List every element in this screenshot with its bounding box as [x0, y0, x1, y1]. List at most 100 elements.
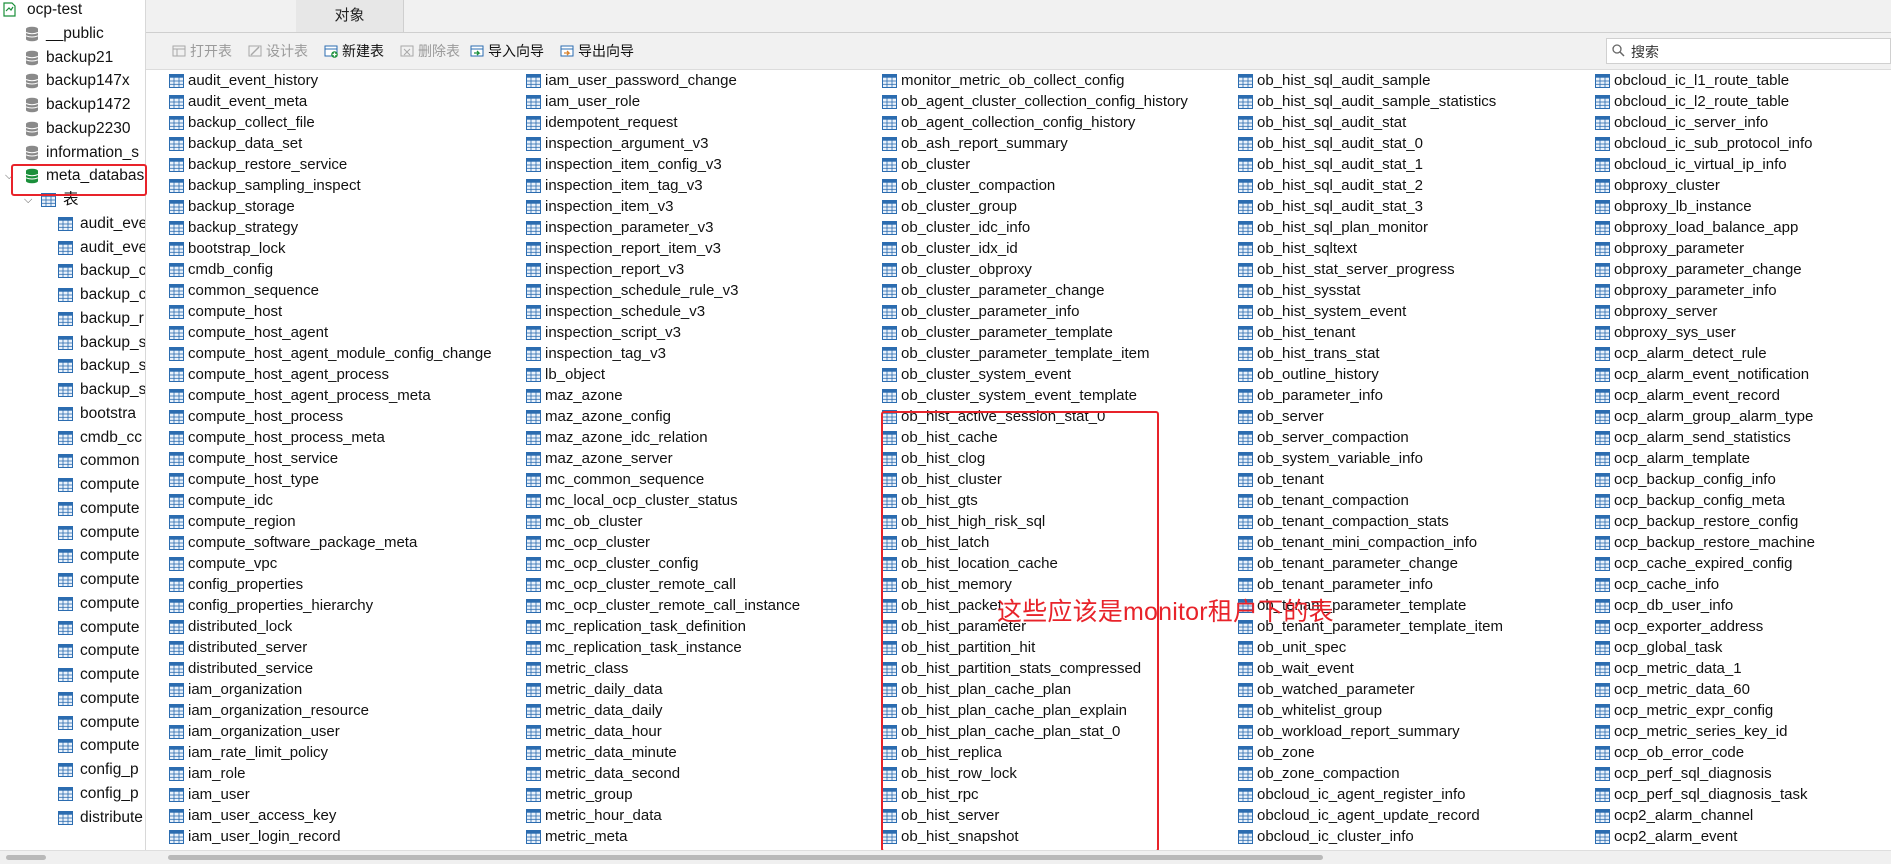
table-item[interactable]: obproxy_parameter_change [1594, 259, 1815, 280]
import-wizard-button[interactable]: 导入向导 [470, 41, 544, 61]
table-item[interactable]: mc_ocp_cluster_remote_call [525, 574, 800, 595]
table-item[interactable]: ocp_alarm_send_statistics [1594, 427, 1815, 448]
table-item[interactable]: inspection_parameter_v3 [525, 217, 800, 238]
table-item[interactable]: ob_cluster_compaction [881, 175, 1188, 196]
design-table-button[interactable]: 设计表 [248, 41, 308, 61]
tree-table-item[interactable]: compute [0, 663, 145, 687]
new-table-button[interactable]: 新建表 [324, 41, 384, 61]
tree-table-item[interactable]: backup_s [0, 378, 145, 402]
table-item[interactable]: ob_hist_sql_audit_stat_2 [1237, 175, 1503, 196]
table-item[interactable]: iam_user_password_change [525, 70, 800, 91]
table-item[interactable]: obproxy_parameter_info [1594, 280, 1815, 301]
tree-table-item[interactable]: backup_c [0, 259, 145, 283]
table-item[interactable]: ob_hist_sql_plan_monitor [1237, 217, 1503, 238]
table-item[interactable]: bootstrap_lock [168, 238, 492, 259]
table-item[interactable]: inspection_report_v3 [525, 259, 800, 280]
table-item[interactable]: ob_zone [1237, 742, 1503, 763]
table-item[interactable]: metric_data_daily [525, 700, 800, 721]
table-item[interactable]: ob_parameter_info [1237, 385, 1503, 406]
table-item[interactable]: iam_user_login_record [168, 826, 492, 846]
table-item[interactable]: compute_host [168, 301, 492, 322]
table-item[interactable]: obcloud_ic_sub_protocol_info [1594, 133, 1815, 154]
tree-table-item[interactable]: compute [0, 497, 145, 521]
table-item[interactable]: ob_hist_sqltext [1237, 238, 1503, 259]
table-item[interactable]: ocp_alarm_template [1594, 448, 1815, 469]
table-item[interactable]: backup_strategy [168, 217, 492, 238]
table-item[interactable]: obcloud_ic_cluster_info [1237, 826, 1503, 846]
tree-database[interactable]: __public [0, 22, 145, 46]
tree-table-item[interactable]: audit_eve [0, 236, 145, 260]
table-item[interactable]: backup_restore_service [168, 154, 492, 175]
table-item[interactable]: obcloud_ic_server_info [1594, 112, 1815, 133]
table-item[interactable]: ob_cluster_group [881, 196, 1188, 217]
table-item[interactable]: compute_host_process_meta [168, 427, 492, 448]
table-item[interactable]: ob_cluster_parameter_template_item [881, 343, 1188, 364]
table-item[interactable]: ocp_alarm_detect_rule [1594, 343, 1815, 364]
table-item[interactable]: lb_object [525, 364, 800, 385]
table-item[interactable]: compute_host_agent_process_meta [168, 385, 492, 406]
tree-table-item[interactable]: backup_r [0, 307, 145, 331]
tree-table-item[interactable]: backup_c [0, 283, 145, 307]
table-item[interactable]: ocp_perf_sql_diagnosis [1594, 763, 1815, 784]
table-item[interactable]: iam_role [168, 763, 492, 784]
table-item[interactable]: ocp_global_task [1594, 637, 1815, 658]
tree-table-item[interactable]: common [0, 449, 145, 473]
table-item[interactable]: metric_data_minute [525, 742, 800, 763]
table-item[interactable]: inspection_item_v3 [525, 196, 800, 217]
table-item[interactable]: metric_meta [525, 826, 800, 846]
table-item[interactable]: idempotent_request [525, 112, 800, 133]
table-item[interactable]: iam_user_access_key [168, 805, 492, 826]
table-item[interactable]: obproxy_lb_instance [1594, 196, 1815, 217]
table-item[interactable]: mc_common_sequence [525, 469, 800, 490]
table-item[interactable]: ocp2_alarm_channel [1594, 805, 1815, 826]
tree-table-item[interactable]: bootstra [0, 402, 145, 426]
tree-scroll-thumb[interactable] [6, 855, 46, 860]
table-item[interactable]: ob_server [1237, 406, 1503, 427]
tree-table-item[interactable]: distribute [0, 806, 145, 830]
table-item[interactable]: ob_cluster_parameter_change [881, 280, 1188, 301]
tree-table-item[interactable]: compute [0, 734, 145, 758]
table-item[interactable]: inspection_item_config_v3 [525, 154, 800, 175]
table-item[interactable]: obcloud_ic_agent_register_info [1237, 784, 1503, 805]
tree-table-item[interactable]: compute [0, 687, 145, 711]
table-item[interactable]: ob_hist_sql_audit_sample_statistics [1237, 91, 1503, 112]
table-item[interactable]: inspection_report_item_v3 [525, 238, 800, 259]
tree-table-item[interactable]: compute [0, 592, 145, 616]
table-item[interactable]: distributed_service [168, 658, 492, 679]
table-item[interactable]: mc_ocp_cluster_remote_call_instance [525, 595, 800, 616]
open-table-button[interactable]: 打开表 [172, 41, 232, 61]
tree-database[interactable]: backup1472 [0, 93, 145, 117]
table-item[interactable]: config_properties [168, 574, 492, 595]
table-item[interactable]: ocp_exporter_address [1594, 616, 1815, 637]
table-item[interactable]: ob_workload_report_summary [1237, 721, 1503, 742]
table-item[interactable]: metric_class [525, 658, 800, 679]
table-item[interactable]: ob_cluster_idx_id [881, 238, 1188, 259]
tree-table-item[interactable]: audit_eve [0, 212, 145, 236]
table-item[interactable]: config_properties_hierarchy [168, 595, 492, 616]
table-item[interactable]: compute_vpc [168, 553, 492, 574]
tree-table-item[interactable]: compute [0, 639, 145, 663]
tree-connection[interactable]: ocp-test [0, 0, 145, 22]
table-item[interactable]: maz_azone_config [525, 406, 800, 427]
table-item[interactable]: ob_zone_compaction [1237, 763, 1503, 784]
table-item[interactable]: obcloud_ic_agent_update_record [1237, 805, 1503, 826]
tree-table-item[interactable]: backup_s [0, 331, 145, 355]
table-item[interactable]: ob_hist_stat_server_progress [1237, 259, 1503, 280]
table-item[interactable]: ocp_alarm_group_alarm_type [1594, 406, 1815, 427]
table-item[interactable]: ocp_backup_config_info [1594, 469, 1815, 490]
table-item[interactable]: monitor_metric_ob_collect_config [881, 70, 1188, 91]
table-item[interactable]: obcloud_ic_virtual_ip_info [1594, 154, 1815, 175]
table-item[interactable]: iam_organization [168, 679, 492, 700]
table-item[interactable]: ob_hist_sql_audit_sample [1237, 70, 1503, 91]
table-item[interactable]: ob_agent_collection_config_history [881, 112, 1188, 133]
table-item[interactable]: ob_wait_event [1237, 658, 1503, 679]
tree-table-item[interactable]: compute [0, 711, 145, 735]
table-item[interactable]: ob_tenant_parameter_change [1237, 553, 1503, 574]
table-item[interactable]: ob_tenant_compaction_stats [1237, 511, 1503, 532]
table-item[interactable]: ob_hist_sql_audit_stat_1 [1237, 154, 1503, 175]
table-item[interactable]: ob_system_variable_info [1237, 448, 1503, 469]
table-item[interactable]: ob_tenant [1237, 469, 1503, 490]
table-item[interactable]: ob_hist_system_event [1237, 301, 1503, 322]
table-item[interactable]: obproxy_sys_user [1594, 322, 1815, 343]
tree-table-item[interactable]: compute [0, 544, 145, 568]
